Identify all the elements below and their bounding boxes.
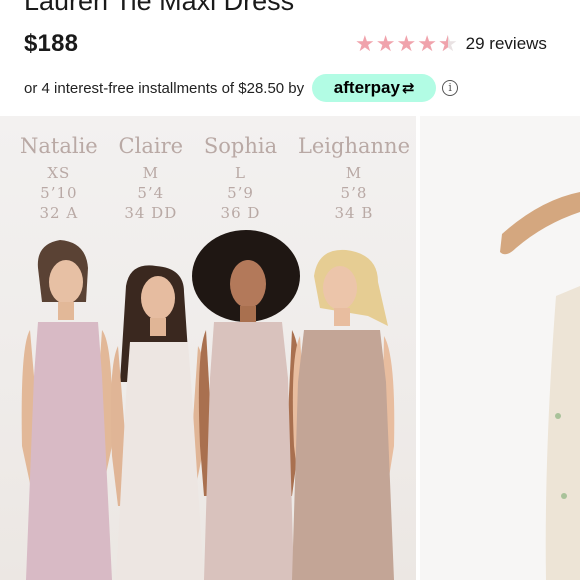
model-figure (192, 230, 301, 580)
model-figure (110, 265, 206, 580)
afterpay-logo-icon: ⇄ (401, 80, 415, 97)
afterpay-badge[interactable]: afterpay ⇄ (312, 74, 437, 102)
info-icon[interactable]: i (442, 80, 459, 96)
product-image-gallery[interactable]: Natalie XS 5’10 32 A Claire M 5’4 34 DD … (0, 116, 580, 580)
product-photo-next[interactable] (420, 116, 580, 580)
product-rating[interactable]: ★ ★ ★ ★ ★ 29 reviews (355, 32, 547, 56)
product-title: Lauren Tie Maxi Dress (24, 0, 295, 16)
model-partial-illustration (500, 192, 580, 580)
reviews-link[interactable]: 29 reviews (466, 34, 547, 54)
model-figure (21, 240, 113, 580)
star-icon: ★ (375, 31, 396, 56)
star-icon: ★ (417, 31, 437, 56)
half-star-icon: ★ (438, 33, 458, 56)
afterpay-label: afterpay (333, 78, 400, 97)
installments-row: or 4 interest-free installments of $28.5… (24, 74, 459, 102)
installments-text: or 4 interest-free installments of $28.5… (24, 79, 305, 97)
model-figure (292, 249, 395, 580)
product-photo-models[interactable]: Natalie XS 5’10 32 A Claire M 5’4 34 DD … (0, 116, 416, 580)
star-rating: ★ ★ ★ ★ ★ (355, 31, 458, 56)
product-price: $188 (24, 30, 79, 57)
star-icon: ★ (355, 31, 375, 56)
star-icon: ★ (396, 31, 417, 56)
models-illustration (21, 230, 395, 580)
